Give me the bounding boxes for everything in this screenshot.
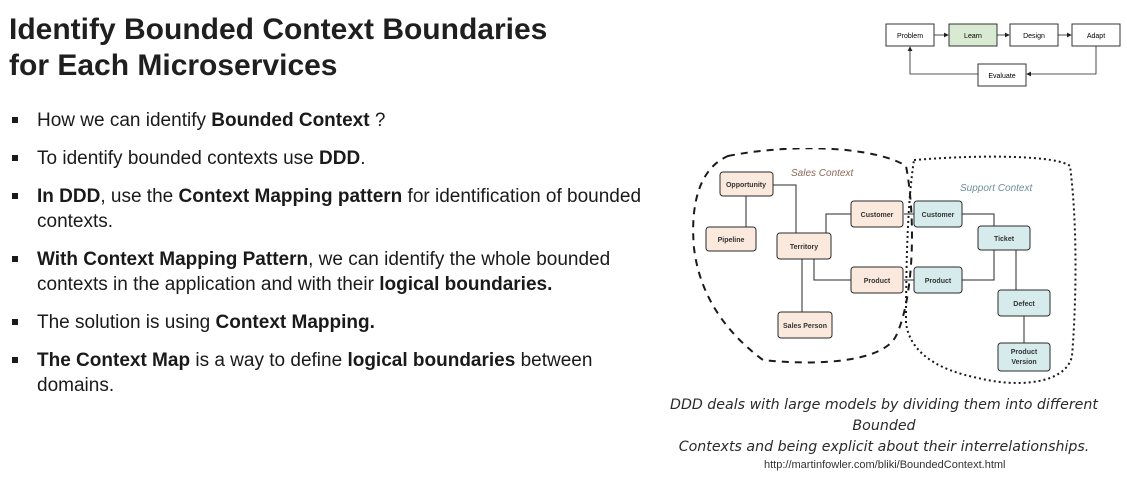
bullet-text-segment: . xyxy=(360,148,366,169)
bullet-text-segment: Bounded Context xyxy=(211,110,370,131)
source-url: http://martinfowler.com/bliki/BoundedCon… xyxy=(764,459,1006,471)
flow-step-problem-label: Problem xyxy=(897,33,923,40)
bullet-text-segment: How we can identify xyxy=(37,110,212,131)
bullet-text-segment: Context Mapping. xyxy=(215,312,375,333)
support-context-label: Support Context xyxy=(960,183,1033,194)
bullet-text-segment: logical boundaries xyxy=(347,350,516,371)
slide-title: Identify Bounded Context Boundaries for … xyxy=(9,12,649,84)
node-opportunity: Opportunity xyxy=(719,171,774,197)
node-product-version: Product Version xyxy=(997,342,1051,372)
node-ticket: Ticket xyxy=(977,225,1031,251)
bullet-square-icon xyxy=(12,319,18,325)
bullet-square-icon xyxy=(12,193,18,199)
bullet-item: The solution is using Context Mapping. xyxy=(10,310,650,335)
diagram-caption: DDD deals with large models by dividing … xyxy=(641,395,1127,458)
bullet-item: The Context Map is a way to define logic… xyxy=(10,348,650,398)
bullet-item: With Context Mapping Pattern, we can ide… xyxy=(10,247,650,297)
flow-step-adapt: Adapt xyxy=(1071,23,1121,47)
node-support-product: Product xyxy=(913,266,963,294)
flow-step-evaluate-label: Evaluate xyxy=(988,73,1015,80)
flow-arrow xyxy=(907,46,978,75)
node-pipeline-label: Pipeline xyxy=(718,237,745,244)
node-defect-label: Defect xyxy=(1013,301,1035,308)
bullet-square-icon xyxy=(12,256,18,262)
node-opportunity-label: Opportunity xyxy=(726,182,766,189)
node-defect: Defect xyxy=(997,289,1051,317)
flow-step-design-label: Design xyxy=(1023,33,1045,40)
node-support-customer: Customer xyxy=(913,200,963,228)
diagram-caption-line-2: Contexts and being explicit about their … xyxy=(678,439,1090,455)
bullet-text-segment: DDD xyxy=(319,148,361,169)
bullet-text-segment: , use the xyxy=(100,186,179,207)
bullet-text-segment: The solution is using xyxy=(37,312,216,333)
flow-step-design: Design xyxy=(1009,23,1059,47)
node-support-customer-label: Customer xyxy=(922,212,955,219)
flow-step-learn: Learn xyxy=(948,23,998,47)
node-territory: Territory xyxy=(776,232,832,260)
flow-step-learn-label: Learn xyxy=(964,33,982,40)
node-sales-product: Product xyxy=(850,266,904,294)
sales-context-label: Sales Context xyxy=(791,168,854,179)
node-support-product-label: Product xyxy=(925,278,952,285)
slide-title-line-2: for Each Microservices xyxy=(9,49,338,82)
flow-step-problem: Problem xyxy=(885,23,935,47)
flow-step-adapt-label: Adapt xyxy=(1087,33,1105,40)
bullet-item: To identify bounded contexts use DDD. xyxy=(10,146,650,171)
node-territory-label: Territory xyxy=(790,244,818,251)
bullet-text-segment: is a way to define xyxy=(190,350,348,371)
flow-arrow xyxy=(1026,46,1097,77)
bullet-text-segment: To identify bounded contexts use xyxy=(37,148,320,169)
slide-title-line-1: Identify Bounded Context Boundaries xyxy=(9,13,548,46)
node-ticket-label: Ticket xyxy=(994,236,1015,243)
node-pipeline: Pipeline xyxy=(705,226,757,252)
node-sales-customer: Customer xyxy=(850,200,904,228)
node-product-version-label-2: Version xyxy=(1011,359,1036,366)
bullet-text-segment: In DDD xyxy=(37,186,101,207)
bullet-text-segment: ? xyxy=(369,110,386,131)
process-flow-diagram: Problem Learn Design Adapt Evaluate xyxy=(885,23,1121,87)
bullet-item: In DDD, use the Context Mapping pattern … xyxy=(10,184,650,234)
node-sales-product-label: Product xyxy=(864,278,891,285)
diagram-caption-line-1: DDD deals with large models by dividing … xyxy=(670,397,1098,434)
bullet-list: How we can identify Bounded Context ? To … xyxy=(10,108,650,411)
bullet-square-icon xyxy=(12,357,18,363)
node-product-version-label-1: Product xyxy=(1011,349,1038,356)
bullet-square-icon xyxy=(12,117,18,123)
bullet-text-segment: Context Mapping pattern xyxy=(178,186,403,207)
bullet-square-icon xyxy=(12,155,18,161)
context-map-diagram: Sales Context Support Context Opportunit… xyxy=(692,148,1077,384)
node-sales-person-label: Sales Person xyxy=(783,323,827,330)
bullet-text-segment: logical boundaries. xyxy=(379,274,553,295)
node-sales-customer-label: Customer xyxy=(861,212,894,219)
bullet-text-segment: With Context Mapping Pattern xyxy=(37,249,309,270)
node-sales-person: Sales Person xyxy=(777,311,833,339)
bullet-text-segment: The Context Map xyxy=(37,350,191,371)
bullet-item: How we can identify Bounded Context ? xyxy=(10,108,650,133)
flow-step-evaluate: Evaluate xyxy=(977,63,1027,87)
